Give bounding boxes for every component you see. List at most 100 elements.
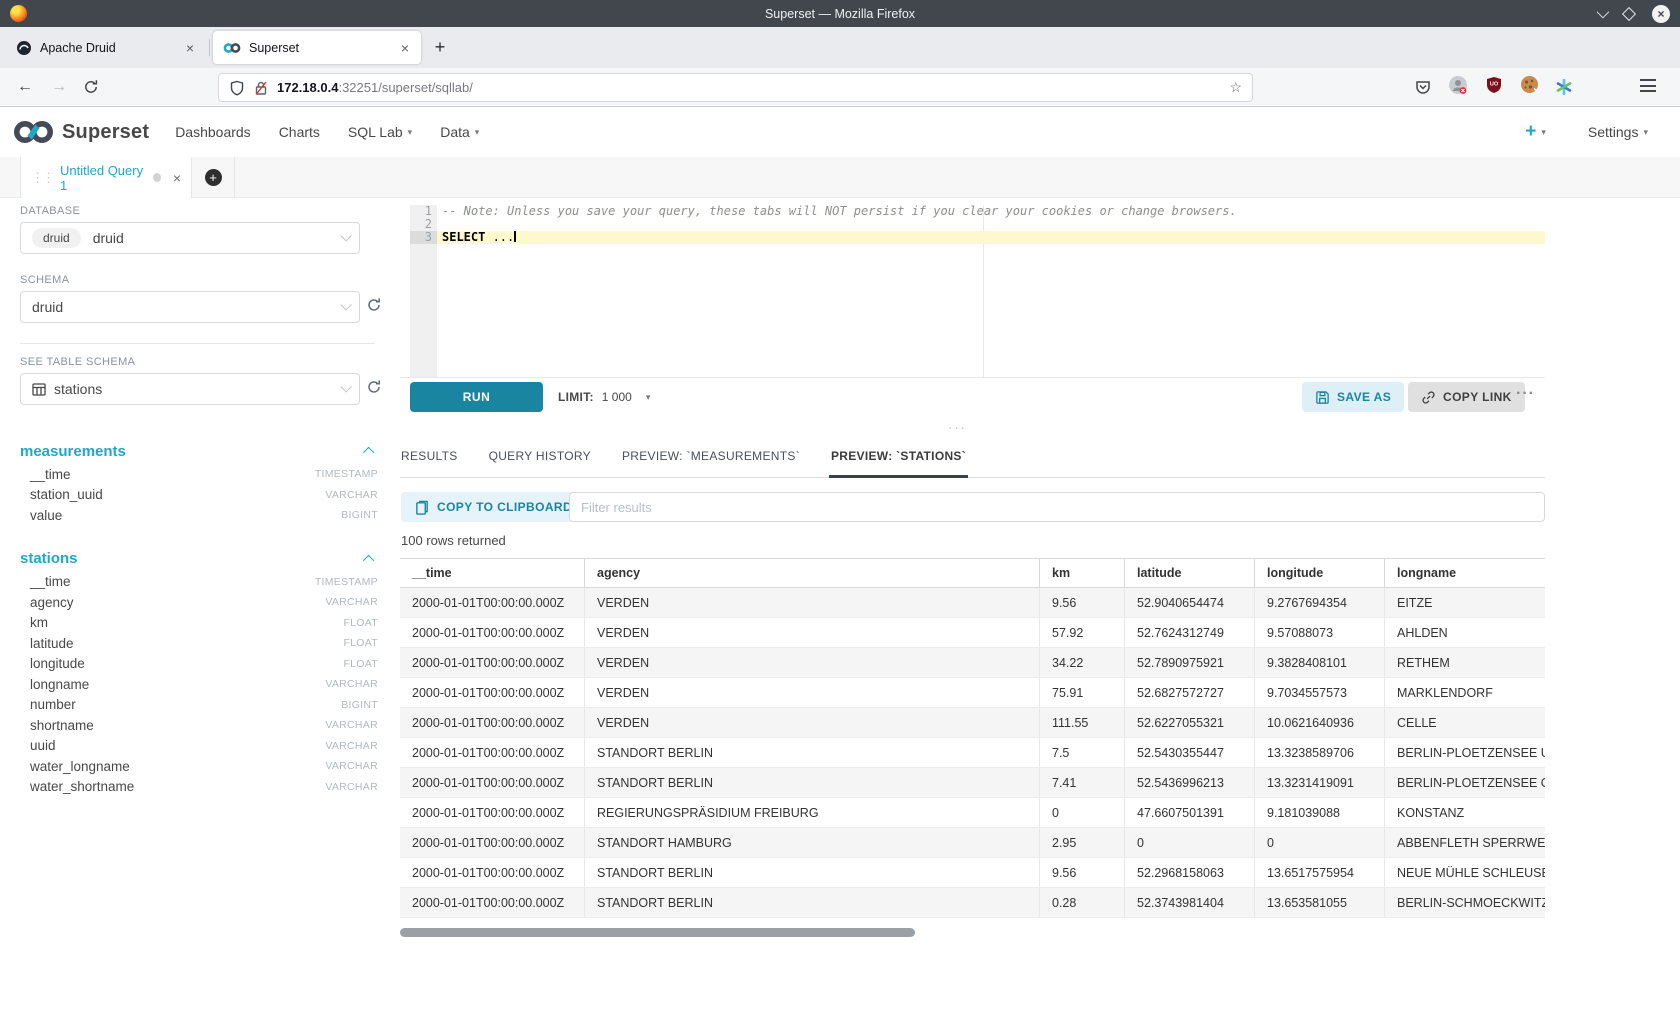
query-tab-active[interactable]: ⋮⋮ Untitled Query 1 ×	[20, 157, 192, 198]
column-type: TIMESTAMP	[315, 576, 378, 588]
column-name: agency	[30, 595, 74, 610]
cell: 9.2767694354	[1255, 588, 1385, 617]
query-tab-close-icon[interactable]: ×	[173, 170, 181, 186]
add-new-button[interactable]: +	[1525, 121, 1536, 143]
collapse-icon[interactable]	[363, 447, 374, 458]
lock-disabled-icon[interactable]	[253, 80, 269, 96]
tab-close-icon[interactable]: ×	[399, 40, 411, 56]
cell: 13.3231419091	[1255, 768, 1385, 797]
shield-icon[interactable]	[229, 80, 245, 96]
cell: VERDEN	[585, 648, 1040, 677]
table-body: 2000-01-01T00:00:00.000ZVERDEN9.5652.904…	[400, 588, 1545, 918]
copy-to-clipboard-button[interactable]: COPY TO CLIPBOARD	[401, 492, 586, 522]
nav-item-charts[interactable]: Charts	[279, 124, 320, 140]
header-cell[interactable]: longname	[1385, 559, 1545, 587]
header-cell[interactable]: km	[1040, 559, 1125, 587]
editor-active-line[interactable]: SELECT ...	[437, 231, 1545, 244]
column-type: TIMESTAMP	[315, 468, 378, 480]
table-icon	[32, 383, 46, 396]
tab-close-icon[interactable]: ×	[184, 40, 196, 56]
add-new-caret-icon[interactable]: ▾	[1541, 127, 1546, 138]
cell: STANDORT BERLIN	[585, 858, 1040, 887]
results-tab[interactable]: QUERY HISTORY	[489, 449, 591, 477]
cell: BERLIN-PLOETZENSEE OP	[1385, 768, 1545, 797]
refresh-table-icon[interactable]	[366, 379, 384, 397]
column-row: __timeTIMESTAMP	[20, 572, 378, 593]
column-type: FLOAT	[343, 617, 378, 629]
cell: 9.3828408101	[1255, 648, 1385, 677]
header-cell[interactable]: latitude	[1125, 559, 1255, 587]
cell: 9.7034557573	[1255, 678, 1385, 707]
limit-caret-icon: ▾	[646, 392, 651, 403]
cell: 0	[1040, 798, 1125, 827]
sql-keyword: SELECT	[442, 230, 485, 244]
forward-icon[interactable]: →	[42, 78, 76, 96]
header-cell[interactable]: longitude	[1255, 559, 1385, 587]
limit-dropdown[interactable]: LIMIT: 1 000 ▾	[558, 390, 650, 404]
cell: VERDEN	[585, 588, 1040, 617]
pocket-icon[interactable]	[1415, 79, 1431, 95]
column-type: VARCHAR	[325, 740, 378, 752]
table-schema-select[interactable]: stations	[20, 373, 360, 405]
filter-results-input[interactable]	[569, 492, 1545, 522]
more-options-icon[interactable]: ···	[1516, 385, 1535, 403]
column-row: shortnameVARCHAR	[20, 715, 378, 736]
sql-editor[interactable]: 1 2 3 -- Note: Unless you save your quer…	[410, 205, 1545, 377]
url-host: 172.18.0.4	[277, 80, 338, 95]
nav-item-dashboards[interactable]: Dashboards	[175, 124, 251, 140]
table-section-stations[interactable]: stations	[20, 546, 378, 572]
database-select[interactable]: druid druid	[20, 222, 360, 254]
browser-tab-apache-druid[interactable]: Apache Druid ×	[6, 31, 206, 64]
maximize-icon[interactable]	[1622, 6, 1636, 20]
column-name: station_uuid	[30, 487, 103, 502]
settings-menu[interactable]: Settings ▾	[1588, 124, 1648, 140]
nav-item-sql-lab[interactable]: SQL Lab▾	[348, 124, 412, 140]
results-tab[interactable]: RESULTS	[401, 449, 458, 477]
cookie-icon[interactable]	[1520, 75, 1539, 99]
cell: 52.2968158063	[1125, 858, 1255, 887]
refresh-schema-icon[interactable]	[366, 297, 384, 315]
brand-name[interactable]: Superset	[62, 121, 149, 144]
cell: 52.6827572727	[1125, 678, 1255, 707]
header-cell[interactable]: __time	[400, 559, 585, 587]
run-button[interactable]: RUN	[410, 382, 543, 412]
menu-icon[interactable]	[1640, 79, 1656, 96]
table-section-measurements[interactable]: measurements	[20, 438, 378, 464]
results-tab[interactable]: PREVIEW: `MEASUREMENTS`	[622, 449, 800, 477]
save-as-button[interactable]: SAVE AS	[1302, 382, 1404, 412]
add-query-tab-button[interactable]: +	[192, 157, 235, 198]
schema-select[interactable]: druid	[20, 291, 360, 323]
ublock-icon[interactable]: UO	[1485, 76, 1503, 99]
collapse-icon[interactable]	[363, 554, 374, 565]
table-name[interactable]: stations	[20, 550, 78, 567]
tab-separator	[209, 39, 210, 56]
minimize-icon[interactable]	[1597, 6, 1610, 19]
browser-tab-label: Apache Druid	[40, 41, 116, 55]
window-close-icon[interactable]: ×	[1652, 5, 1670, 23]
superset-logo-icon[interactable]	[12, 118, 56, 146]
query-tab-title[interactable]: Untitled Query 1	[60, 163, 144, 193]
header-cell[interactable]: agency	[585, 559, 1040, 587]
table-name[interactable]: measurements	[20, 443, 126, 460]
drag-grip-icon[interactable]: ⋮⋮	[31, 170, 53, 186]
nav-item-data[interactable]: Data▾	[440, 124, 479, 140]
cell: 0.28	[1040, 888, 1125, 917]
horizontal-scrollbar[interactable]	[400, 928, 915, 937]
account-blocked-icon[interactable]	[1448, 75, 1468, 100]
table-schema-label: SEE TABLE SCHEMA	[20, 356, 135, 368]
results-tab[interactable]: PREVIEW: `STATIONS`	[831, 449, 966, 477]
reload-icon[interactable]	[76, 79, 106, 95]
browser-tab-superset[interactable]: Superset ×	[213, 31, 421, 64]
url-bar[interactable]: 172.18.0.4:32251/superset/sqllab/ ☆	[218, 73, 1253, 102]
new-tab-icon[interactable]: +	[428, 37, 452, 58]
extension-sparkle-icon[interactable]	[1556, 79, 1572, 95]
bookmark-star-icon[interactable]: ☆	[1229, 79, 1242, 96]
pane-drag-handle-icon[interactable]: ···	[948, 420, 967, 435]
cell: BERLIN-SCHMOECKWITZ	[1385, 888, 1545, 917]
table-row: 2000-01-01T00:00:00.000ZSTANDORT BERLIN0…	[400, 888, 1545, 918]
back-icon[interactable]: ←	[8, 78, 42, 96]
copy-link-button[interactable]: COPY LINK	[1408, 382, 1525, 412]
cell: 13.3238589706	[1255, 738, 1385, 767]
column-row: water_shortnameVARCHAR	[20, 777, 378, 798]
cell: STANDORT BERLIN	[585, 888, 1040, 917]
